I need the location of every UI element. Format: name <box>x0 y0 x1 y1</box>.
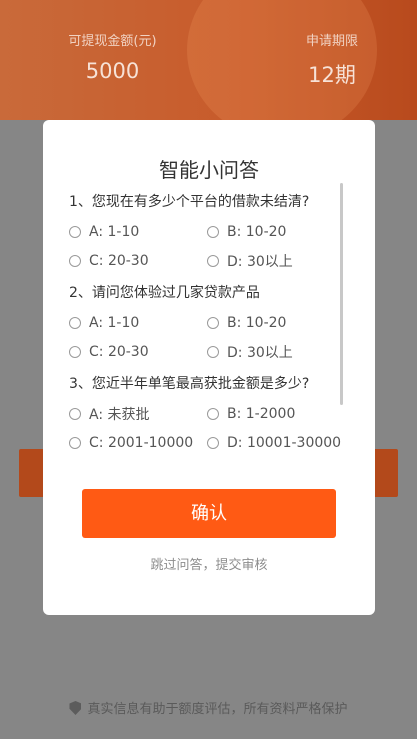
privacy-note-text: 真实信息有助于额度评估，所有资料严格保护 <box>87 702 348 717</box>
radio-icon[interactable] <box>69 345 81 358</box>
radio-icon[interactable] <box>207 225 219 238</box>
q2-option-a[interactable]: A: 1-10 <box>69 312 207 333</box>
confirm-button[interactable]: 确认 <box>82 489 336 538</box>
question-3-options: A: 未获批 B: 1-2000 C: 2001-10000 D: 10001-… <box>69 403 351 453</box>
question-list[interactable]: 1、您现在有多少个平台的借款未结清? A: 1-10 B: 10-20 C: 2… <box>69 192 351 456</box>
question-2: 2、请问您体验过几家贷款产品 <box>69 285 260 301</box>
option-label: D: 30以上 <box>227 344 293 361</box>
shield-icon <box>69 701 82 715</box>
option-label: C: 2001-10000 <box>89 434 194 451</box>
q1-option-a[interactable]: A: 1-10 <box>69 221 207 242</box>
radio-icon[interactable] <box>207 436 219 449</box>
radio-icon[interactable] <box>207 407 219 420</box>
header-banner: 可提现金额(元) 5000 申请期限 12期 <box>0 0 417 120</box>
q1-option-d[interactable]: D: 30以上 <box>207 250 347 271</box>
q1-option-c[interactable]: C: 20-30 <box>69 250 207 271</box>
option-label: B: 10-20 <box>227 223 287 240</box>
option-label: A: 未获批 <box>89 406 150 423</box>
question-3: 3、您近半年单笔最高获批金额是多少? <box>69 376 310 392</box>
period-label: 申请期限 <box>305 34 358 49</box>
radio-icon[interactable] <box>69 316 81 329</box>
amount-value: 5000 <box>85 59 140 83</box>
option-label: A: 1-10 <box>89 223 140 240</box>
q1-option-b[interactable]: B: 10-20 <box>207 221 347 242</box>
period-value: 12期 <box>308 63 356 87</box>
scrollbar[interactable] <box>340 183 343 405</box>
quiz-dialog: 智能小问答 1、您现在有多少个平台的借款未结清? A: 1-10 B: 10-2… <box>43 120 375 615</box>
option-label: D: 30以上 <box>227 253 293 270</box>
q3-option-c[interactable]: C: 2001-10000 <box>69 432 207 453</box>
option-label: D: 10001-30000 <box>227 434 342 451</box>
q2-option-c[interactable]: C: 20-30 <box>69 341 207 362</box>
dialog-title: 智能小问答 <box>159 158 259 182</box>
amount-stat: 可提现金额(元) 5000 <box>60 30 165 83</box>
option-label: C: 20-30 <box>89 252 149 269</box>
question-2-options: A: 1-10 B: 10-20 C: 20-30 D: 30以上 <box>69 312 351 362</box>
radio-icon[interactable] <box>69 407 81 420</box>
radio-icon[interactable] <box>207 254 219 267</box>
radio-icon[interactable] <box>69 436 81 449</box>
period-stat: 申请期限 12期 <box>302 30 362 89</box>
question-1: 1、您现在有多少个平台的借款未结清? <box>69 194 310 210</box>
q3-option-d[interactable]: D: 10001-30000 <box>207 432 347 453</box>
q2-option-d[interactable]: D: 30以上 <box>207 341 347 362</box>
skip-link[interactable]: 跳过问答，提交审核 <box>43 554 375 573</box>
q3-option-b[interactable]: B: 1-2000 <box>207 403 347 424</box>
q3-option-a[interactable]: A: 未获批 <box>69 403 207 424</box>
radio-icon[interactable] <box>69 225 81 238</box>
radio-icon[interactable] <box>207 345 219 358</box>
radio-icon[interactable] <box>207 316 219 329</box>
option-label: A: 1-10 <box>89 314 140 331</box>
privacy-note: 真实信息有助于额度评估，所有资料严格保护 <box>0 698 417 717</box>
option-label: B: 1-2000 <box>227 405 296 422</box>
question-1-options: A: 1-10 B: 10-20 C: 20-30 D: 30以上 <box>69 221 351 271</box>
amount-label: 可提现金额(元) <box>68 34 157 49</box>
option-label: C: 20-30 <box>89 343 149 360</box>
q2-option-b[interactable]: B: 10-20 <box>207 312 347 333</box>
option-label: B: 10-20 <box>227 314 287 331</box>
radio-icon[interactable] <box>69 254 81 267</box>
